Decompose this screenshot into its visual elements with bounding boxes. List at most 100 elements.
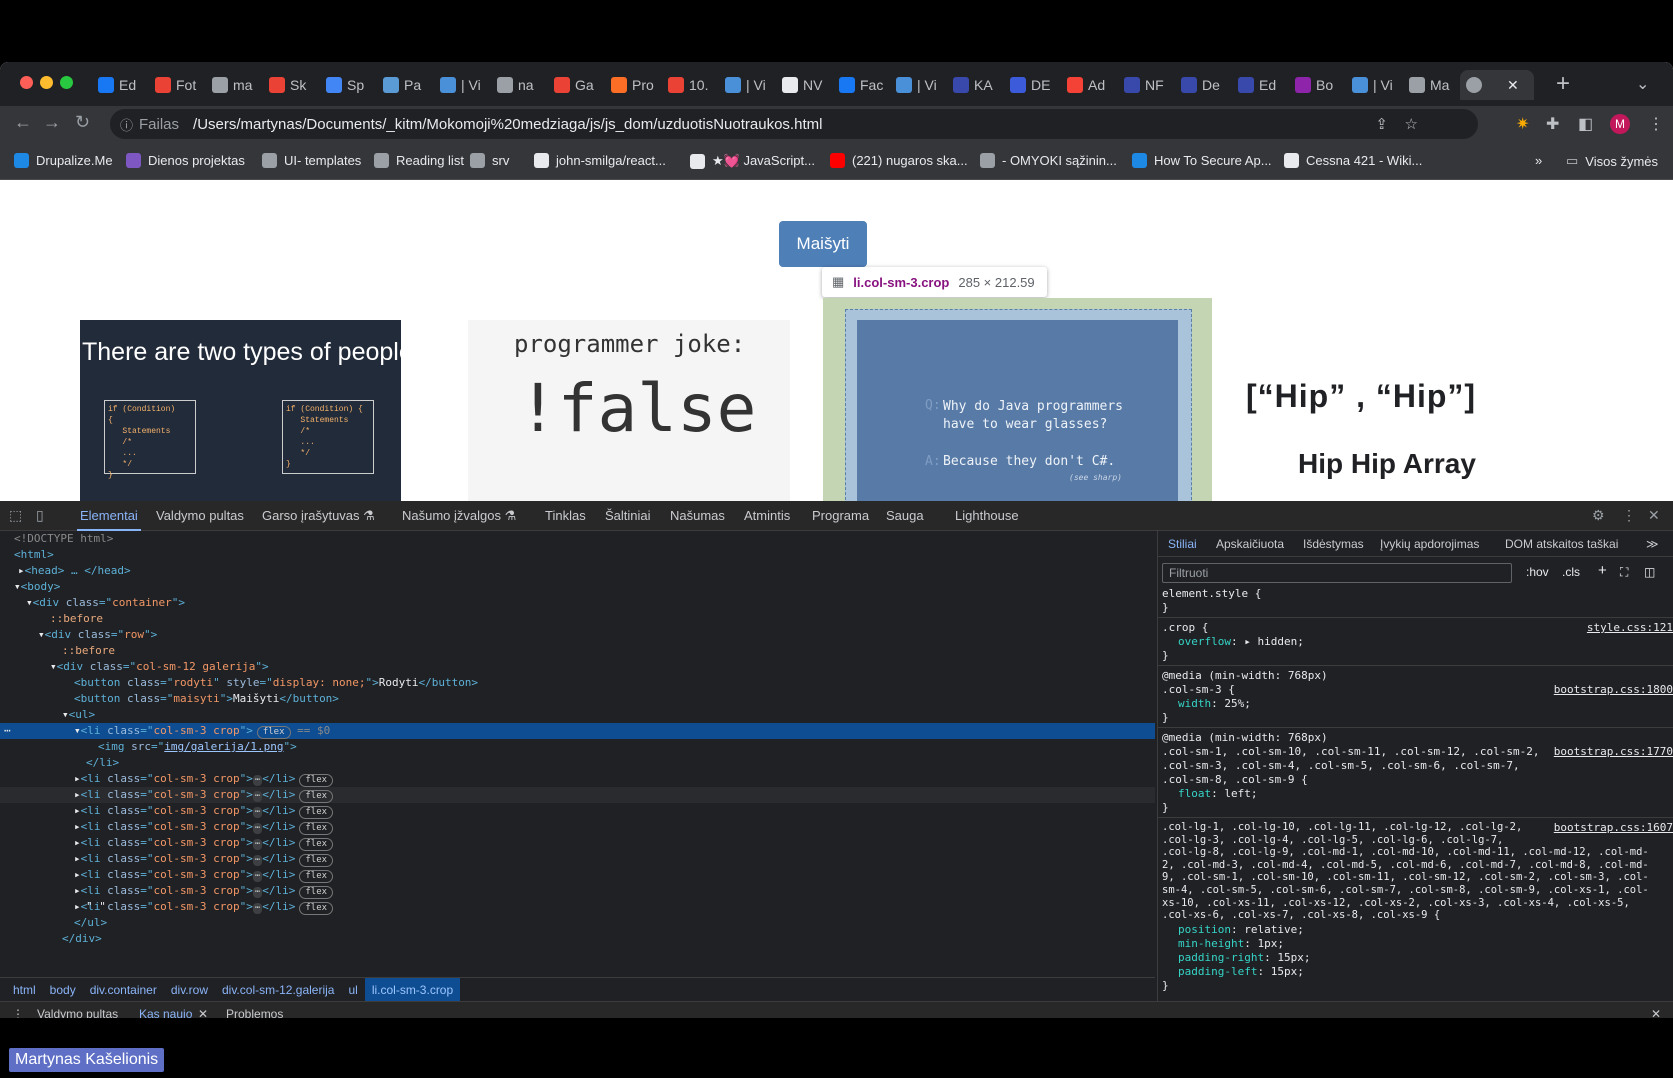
dom-line[interactable]: ::before	[0, 643, 1155, 659]
browser-tab[interactable]: ma	[206, 70, 263, 100]
forward-arrow-icon[interactable]: →	[43, 112, 61, 133]
bookmark-item[interactable]: Drupalize.Me	[14, 153, 113, 168]
styles-tab[interactable]: Apskaičiuota	[1216, 537, 1284, 551]
settings-gear-icon[interactable]: ⚙	[1592, 507, 1605, 524]
close-window-button[interactable]	[20, 76, 33, 89]
class-toggle[interactable]: .cls	[1562, 565, 1580, 579]
dom-line[interactable]: ▾<div class="col-sm-12 galerija">	[0, 659, 1155, 675]
side-panel-icon[interactable]: ◧	[1578, 114, 1593, 134]
breadcrumb-item[interactable]: li.col-sm-3.crop	[364, 977, 461, 1002]
dom-line-collapsed-li[interactable]: ▸<li class="col-sm-3 crop"> ⋯ </li> flex	[0, 787, 1155, 803]
dom-line[interactable]: <button class="rodyti" style="display: n…	[0, 675, 1155, 691]
dom-line-collapsed-li[interactable]: ▸<li class="col-sm-3 crop"> ⋯ </li> flex	[0, 867, 1155, 883]
maximize-window-button[interactable]	[60, 76, 73, 89]
devtools-tab[interactable]: Elementai	[77, 508, 141, 531]
browser-tab[interactable]: NF	[1118, 70, 1175, 100]
devtools-tab[interactable]: Našumas	[670, 508, 725, 523]
new-tab-button[interactable]: +	[1556, 70, 1570, 98]
gallery-image-4[interactable]: [“Hip” , “Hip”] Hip Hip Array	[1246, 320, 1568, 501]
extensions-puzzle-icon[interactable]: ✚	[1546, 114, 1559, 134]
bookmark-item[interactable]: Cessna 421 - Wiki...	[1284, 153, 1422, 168]
rule-grid-selectors[interactable]: .col-lg-1, .col-lg-10, .col-lg-11, .col-…	[1162, 821, 1649, 922]
bookmark-item[interactable]: ★💓 JavaScript...	[690, 153, 815, 169]
browser-tab[interactable]: Fot	[149, 70, 206, 100]
devtools-tab[interactable]: Tinklas	[545, 508, 586, 523]
close-devtools-icon[interactable]: ✕	[1648, 507, 1660, 524]
rule-source-link[interactable]: bootstrap.css:1770	[1554, 745, 1673, 758]
dom-line[interactable]: <button class="maisyti">Maišyti</button>	[0, 691, 1155, 707]
rule-source-link[interactable]: bootstrap.css:1800	[1554, 683, 1673, 696]
dom-line[interactable]: </li>	[0, 755, 1155, 771]
declaration[interactable]: padding-right: 15px;	[1162, 951, 1310, 965]
declaration[interactable]: min-height: 1px;	[1162, 937, 1284, 951]
devtools-tab[interactable]: Valdymo pultas	[156, 508, 244, 523]
device-toolbar-icon[interactable]: ▯	[36, 507, 44, 524]
devtools-tab[interactable]: Sauga	[886, 508, 924, 523]
styles-tab[interactable]: DOM atskaitos taškai	[1505, 537, 1618, 551]
gallery-image-1[interactable]: There are two types of people. if (Condi…	[80, 320, 420, 501]
more-tabs-icon[interactable]: ≫	[1646, 537, 1659, 551]
styles-tab[interactable]: Įvykių apdorojimas	[1380, 537, 1479, 551]
bookmark-star-icon[interactable]: ☆	[1405, 115, 1418, 133]
close-drawer-tab-icon[interactable]: ✕	[198, 1007, 208, 1018]
breadcrumb-item[interactable]: div.row	[164, 978, 215, 1002]
drawer-tab-console[interactable]: Valdymo pultas	[37, 1007, 118, 1018]
browser-tab[interactable]: Pa	[377, 70, 434, 100]
browser-tab[interactable]: | Vi	[719, 70, 776, 100]
bookmark-item[interactable]: Dienos projektas	[126, 153, 245, 168]
reload-icon[interactable]: ↻	[75, 112, 90, 133]
tab-search-chevron-icon[interactable]: ⌄	[1636, 74, 1649, 94]
paint-icon[interactable]: ⛶	[1620, 565, 1628, 580]
browser-tab[interactable]: Bo	[1289, 70, 1346, 100]
styles-tab[interactable]: Išdėstymas	[1303, 537, 1364, 551]
dom-line[interactable]: <html>	[0, 547, 1155, 563]
devtools-more-icon[interactable]: ⋮	[1622, 507, 1636, 524]
browser-tab[interactable]: DE	[1004, 70, 1061, 100]
browser-tab[interactable]: na	[491, 70, 548, 100]
rule-col-sm-3-selector[interactable]: .col-sm-3 {	[1162, 683, 1235, 697]
flex-badge[interactable]: flex	[256, 726, 291, 739]
add-rule-icon[interactable]: +	[1598, 562, 1607, 579]
close-tab-icon[interactable]: ✕	[1507, 77, 1519, 94]
drawer-menu-icon[interactable]: ⋮	[12, 1007, 24, 1018]
browser-tab[interactable]: Ga	[548, 70, 605, 100]
declaration[interactable]: float: left;	[1162, 787, 1258, 801]
flex-badge[interactable]: flex	[299, 790, 334, 803]
browser-tab[interactable]: Sp	[320, 70, 377, 100]
declaration[interactable]: overflow: ▸ hidden;	[1162, 635, 1304, 649]
dom-line[interactable]: ▾<div class="container">	[0, 595, 1155, 611]
flex-badge[interactable]: flex	[299, 838, 334, 851]
devtools-tab[interactable]: Šaltiniai	[605, 508, 651, 523]
bookmark-item[interactable]: srv	[470, 153, 509, 168]
dom-line[interactable]: </div>	[0, 931, 1155, 947]
dom-line[interactable]: ▸<head> … </head>	[0, 563, 1155, 579]
dom-line[interactable]: ▾<ul>	[0, 707, 1155, 723]
dom-line-selected[interactable]: ⋯ ▾<li class="col-sm-3 crop"> flex == $0	[0, 723, 1155, 739]
dom-line-collapsed-li[interactable]: ▸<li class="col-sm-3 crop"> ⋯ </li> flex	[0, 771, 1155, 787]
browser-tab[interactable]: NV	[776, 70, 833, 100]
bookmark-item[interactable]: UI- templates	[262, 153, 361, 168]
browser-tab[interactable]: | Vi	[890, 70, 947, 100]
breadcrumb-item[interactable]: ul	[341, 978, 364, 1002]
browser-tab[interactable]: Fac	[833, 70, 890, 100]
browser-tab[interactable]: | Vi	[1346, 70, 1403, 100]
bookmark-item[interactable]: (221) nugaros ska...	[830, 153, 968, 168]
rule-col-sm-selectors[interactable]: .col-sm-1, .col-sm-10, .col-sm-11, .col-…	[1162, 745, 1540, 787]
flex-badge[interactable]: flex	[299, 806, 334, 819]
browser-tab[interactable]: Ad	[1061, 70, 1118, 100]
devtools-tab[interactable]: Našumo įžvalgos ⚗	[402, 508, 516, 524]
all-bookmarks-button[interactable]: ▭ Visos žymės	[1566, 153, 1658, 169]
share-icon[interactable]: ⇪	[1375, 115, 1388, 133]
devtools-tab[interactable]: Atmintis	[744, 508, 790, 523]
hover-state-toggle[interactable]: :hov	[1526, 565, 1549, 579]
drawer-tab-issues[interactable]: Problemos	[226, 1007, 283, 1018]
browser-tab[interactable]: 10.	[662, 70, 719, 100]
breadcrumb-item[interactable]: div.container	[83, 978, 164, 1002]
breadcrumb-item[interactable]: div.col-sm-12.galerija	[215, 978, 341, 1002]
devtools-tab[interactable]: Lighthouse	[955, 508, 1019, 523]
bookmark-item[interactable]: - OMYOKI sąžinin...	[980, 153, 1117, 168]
devtools-tab[interactable]: Garso įrašytuvas ⚗	[262, 508, 375, 524]
info-icon[interactable]: ⓘ	[120, 115, 133, 134]
gallery-image-3[interactable]: Q: Why do Java programmers have to wear …	[857, 320, 1178, 501]
more-menu-icon[interactable]: ⋮	[1648, 114, 1664, 134]
